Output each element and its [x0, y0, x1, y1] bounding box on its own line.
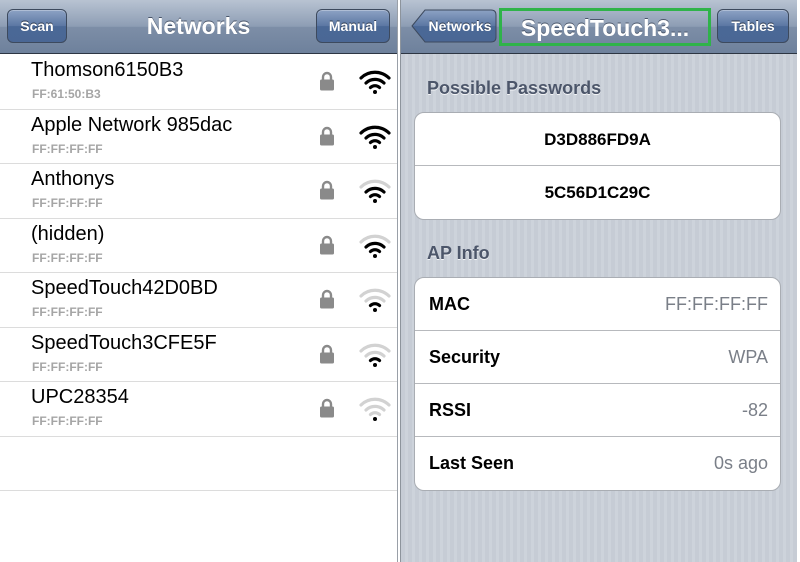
- wifi-signal-icon: [358, 285, 392, 318]
- ap-info-value: FF:FF:FF:FF: [665, 294, 768, 314]
- network-mac: FF:FF:FF:FF: [32, 305, 103, 319]
- ap-info-row[interactable]: Last Seen 0s ago: [415, 437, 780, 490]
- detail-navbar: Networks SpeedTouch3... Tables: [401, 0, 797, 54]
- ap-info-key: MAC: [429, 294, 470, 314]
- networks-pane: Scan Networks Manual Thomson6150B3 FF:61:…: [0, 0, 398, 562]
- scan-button[interactable]: Scan: [7, 9, 67, 43]
- network-row[interactable]: SpeedTouch3CFE5F FF:FF:FF:FF: [0, 328, 397, 382]
- network-row[interactable]: Anthonys FF:FF:FF:FF: [0, 164, 397, 219]
- network-name: SpeedTouch3CFE5F: [31, 331, 217, 354]
- network-mac: FF:61:50:B3: [32, 87, 101, 101]
- networks-navbar: Scan Networks Manual: [0, 0, 397, 54]
- network-name: Apple Network 985dac: [31, 113, 233, 136]
- wifi-signal-icon: [358, 176, 392, 209]
- wifi-signal-icon: [358, 122, 392, 155]
- network-name: (hidden): [31, 222, 105, 245]
- ap-info-value: 0s ago: [713, 453, 768, 473]
- wifi-signal-icon: [358, 340, 392, 373]
- lock-icon: [319, 235, 335, 260]
- network-mac: FF:FF:FF:FF: [32, 196, 103, 210]
- back-button[interactable]: Networks: [411, 9, 497, 43]
- lock-icon: [319, 71, 335, 96]
- ap-info-value: -82: [741, 400, 768, 420]
- possible-passwords-header: Possible Passwords: [427, 78, 602, 98]
- network-detail-pane: Networks SpeedTouch3... Tables Possible …: [400, 0, 797, 562]
- ap-info-row[interactable]: RSSI -82: [415, 384, 780, 437]
- ap-info-group: MAC FF:FF:FF:FF Security WPA RSSI -82 Last See…: [414, 277, 781, 491]
- network-row[interactable]: UPC28354 FF:FF:FF:FF: [0, 382, 397, 437]
- ap-info-value: WPA: [728, 347, 768, 367]
- manual-button[interactable]: Manual: [316, 9, 390, 43]
- lock-icon: [319, 398, 335, 423]
- lock-icon: [319, 344, 335, 369]
- ap-info-row[interactable]: MAC FF:FF:FF:FF: [415, 278, 780, 331]
- network-mac: FF:FF:FF:FF: [32, 250, 103, 265]
- network-detail-title: SpeedTouch3...: [499, 8, 711, 46]
- wifi-signal-icon: [358, 67, 392, 100]
- network-mac: FF:FF:FF:FF: [32, 359, 103, 374]
- lock-icon: [319, 180, 335, 205]
- password-row[interactable]: 5C56D1C29C: [415, 166, 780, 219]
- password-row[interactable]: D3D886FD9A: [415, 113, 780, 166]
- networks-title: Networks: [146, 13, 251, 39]
- wifi-signal-icon: [358, 231, 392, 264]
- network-row[interactable]: Thomson6150B3 FF:61:50:B3: [0, 55, 397, 110]
- network-row[interactable]: SpeedTouch42D0BD FF:FF:FF:FF: [0, 273, 397, 328]
- passwords-group: D3D886FD9A 5C56D1C29C: [414, 112, 781, 220]
- back-button-label: Networks: [428, 18, 492, 34]
- network-row[interactable]: Apple Network 985dac FF:FF:FF:FF: [0, 110, 397, 164]
- network-name: SpeedTouch42D0BD: [31, 277, 218, 299]
- network-mac: FF:FF:FF:FF: [32, 414, 103, 428]
- lock-icon: [319, 126, 335, 151]
- ap-info-key: RSSI: [429, 400, 472, 420]
- ap-info-header: AP Info: [427, 243, 490, 263]
- ap-info-key: Security: [429, 347, 501, 367]
- wifi-signal-icon: [358, 394, 392, 427]
- ap-info-row[interactable]: Security WPA: [415, 331, 780, 384]
- empty-row: [0, 437, 397, 491]
- lock-icon: [319, 289, 335, 314]
- network-name: UPC28354: [31, 386, 129, 408]
- network-list: Thomson6150B3 FF:61:50:B3 Apple Network 98…: [0, 55, 397, 491]
- network-mac: FF:FF:FF:FF: [32, 141, 103, 156]
- network-row[interactable]: (hidden) FF:FF:FF:FF: [0, 219, 397, 273]
- network-name: Anthonys: [31, 168, 115, 190]
- network-name: Thomson6150B3: [31, 59, 184, 81]
- tables-button[interactable]: Tables: [717, 9, 789, 43]
- ap-info-key: Last Seen: [429, 453, 515, 473]
